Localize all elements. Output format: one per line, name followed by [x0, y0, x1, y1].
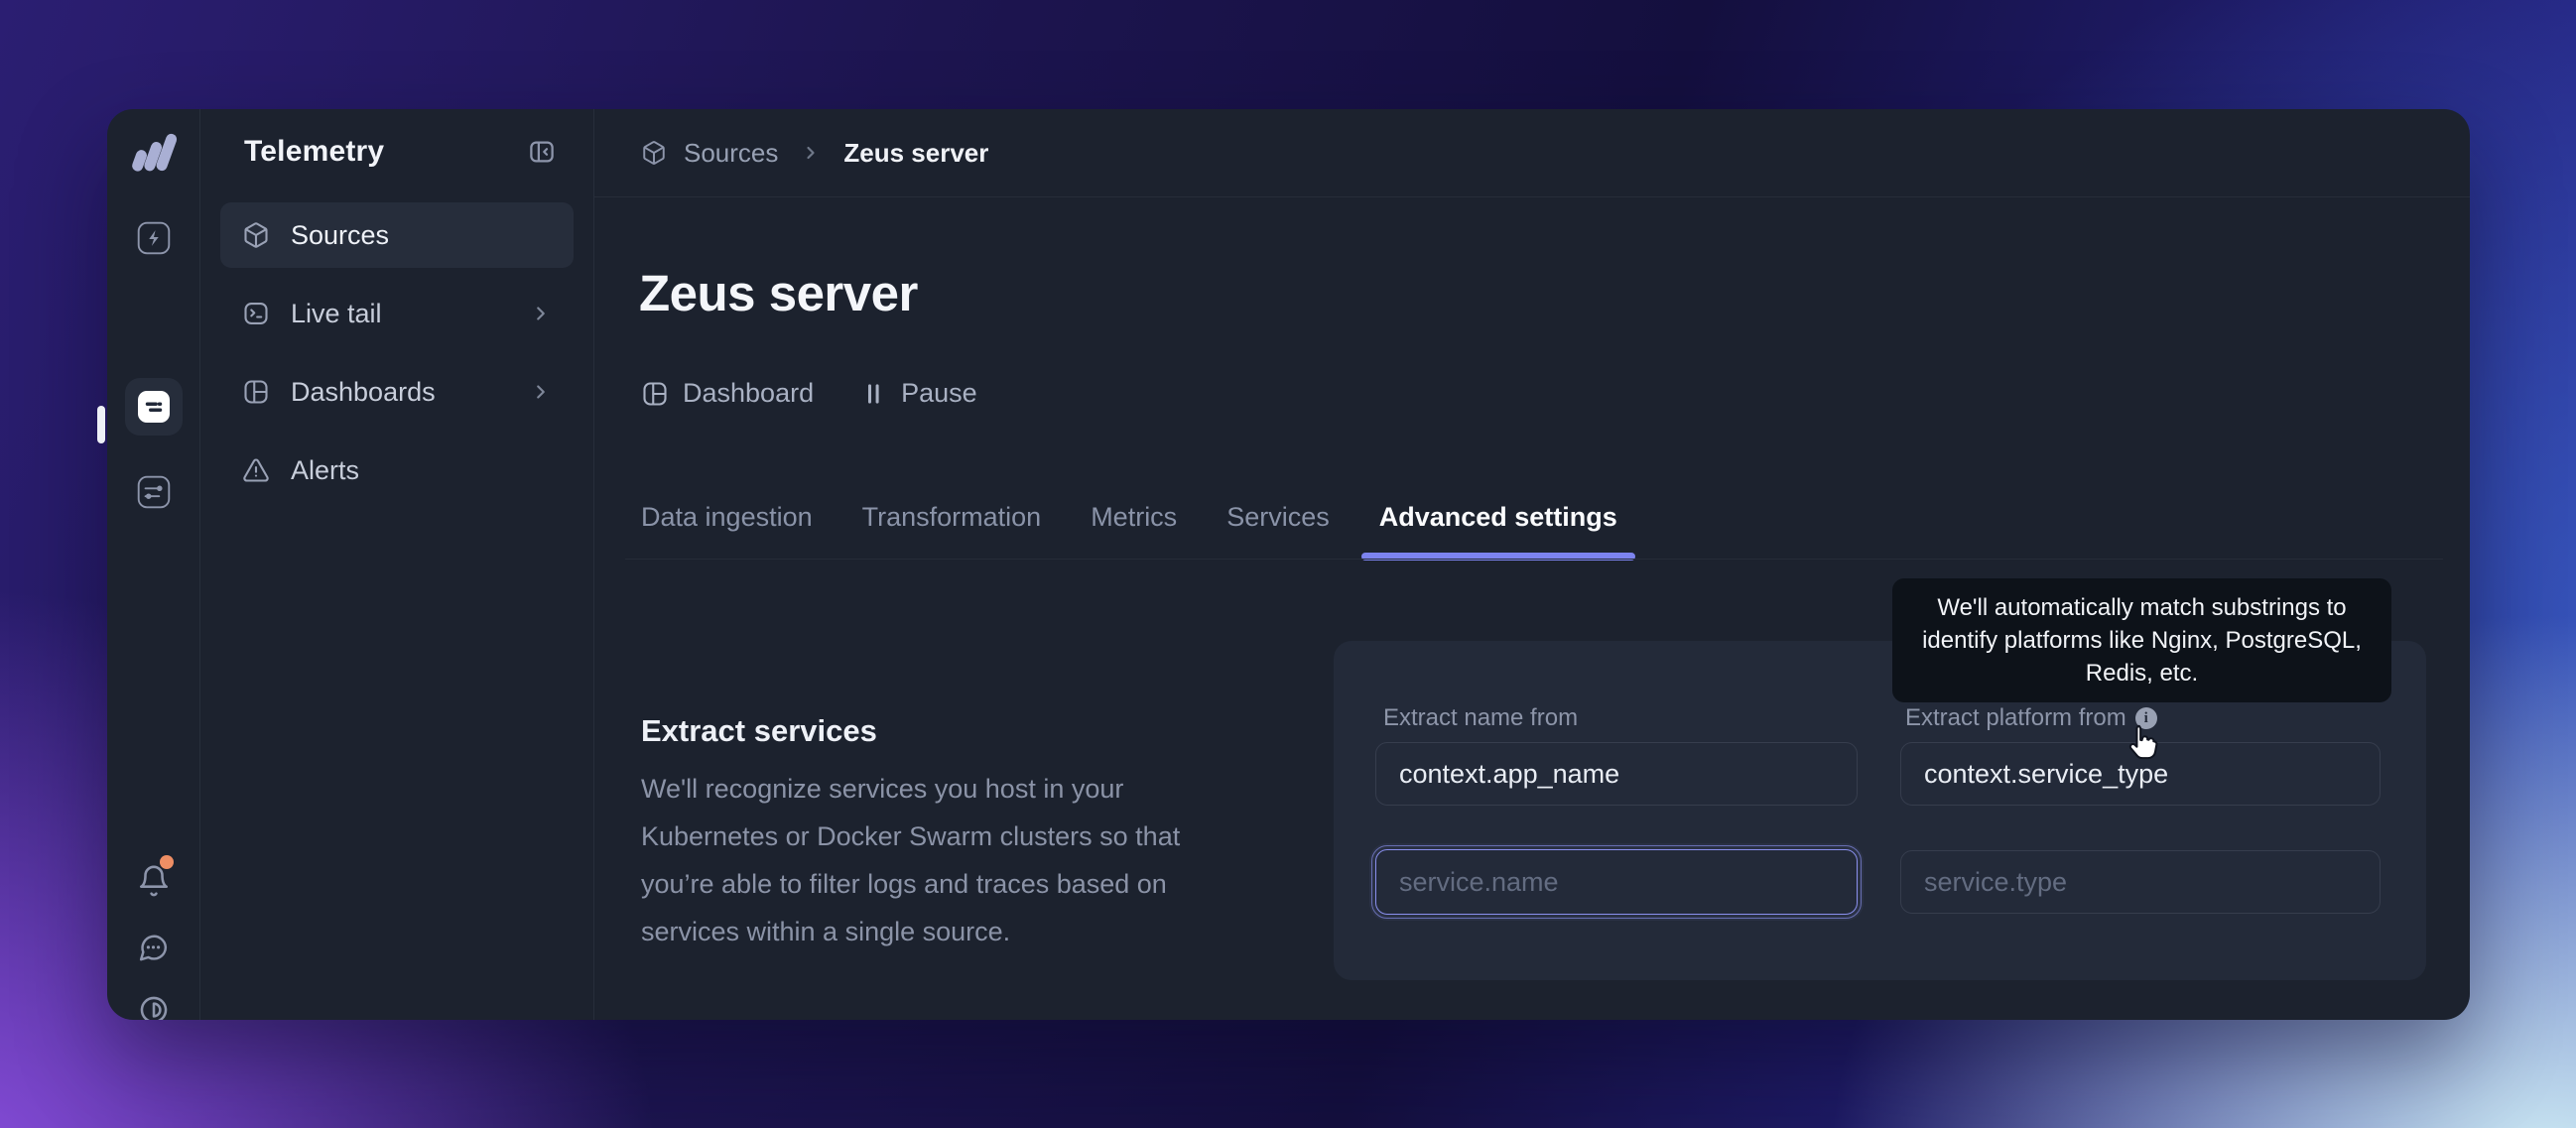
- main-content: Sources Zeus server Zeus server Dashboar…: [594, 109, 2470, 1020]
- tab-advanced-settings[interactable]: Advanced settings: [1360, 502, 1635, 561]
- breadcrumb-current: Zeus server: [843, 137, 989, 168]
- tab-bar: Data ingestion Transformation Metrics Se…: [641, 502, 1635, 561]
- collapse-sidebar-icon[interactable]: [527, 137, 557, 167]
- dashboard-grid-icon: [242, 378, 270, 406]
- sidebar-item-alerts[interactable]: Alerts: [220, 438, 574, 503]
- chevron-right-icon: [530, 303, 552, 324]
- dashboard-button-label: Dashboard: [683, 378, 815, 408]
- sidebar-item-dashboards[interactable]: Dashboards: [220, 359, 574, 425]
- sidebar-item-live-tail[interactable]: Live tail: [220, 281, 574, 346]
- live-logs-icon[interactable]: [124, 378, 183, 436]
- sidebar-item-sources[interactable]: Sources: [220, 202, 574, 268]
- live-logs-tile: [137, 391, 170, 423]
- bell-icon[interactable]: [132, 855, 176, 903]
- tab-metrics[interactable]: Metrics: [1091, 502, 1177, 557]
- tab-transformation[interactable]: Transformation: [862, 502, 1042, 557]
- extract-name-input[interactable]: [1375, 742, 1858, 806]
- contrast-icon[interactable]: [132, 988, 176, 1020]
- sliders-icon[interactable]: [132, 470, 176, 514]
- pause-button-label: Pause: [901, 378, 977, 408]
- sidebar-item-label: Alerts: [291, 454, 360, 485]
- service-type-input[interactable]: [1900, 850, 2381, 914]
- terminal-icon: [242, 300, 270, 327]
- betterstack-logo-icon[interactable]: [127, 131, 181, 175]
- alert-triangle-icon: [242, 456, 270, 484]
- sidebar-nav: Sources Live tail Dashboards Alerts: [220, 202, 574, 503]
- sidebar-item-label: Live tail: [291, 298, 382, 328]
- chevron-right-icon: [801, 143, 821, 163]
- service-name-input[interactable]: [1371, 845, 1862, 919]
- icon-rail: [107, 109, 200, 1020]
- page-actions: Dashboard Pause: [641, 378, 977, 409]
- sidebar: Telemetry Sources Live tail Dashboards A…: [200, 109, 594, 1020]
- extract-name-label: Extract name from: [1383, 704, 1579, 731]
- tab-data-ingestion[interactable]: Data ingestion: [641, 502, 813, 557]
- tab-services[interactable]: Services: [1226, 502, 1330, 557]
- sidebar-item-label: Sources: [291, 219, 390, 250]
- active-workspace-indicator: [97, 406, 105, 443]
- breadcrumb: Sources Zeus server: [594, 109, 2470, 197]
- hand-cursor: [2123, 721, 2166, 765]
- tooltip: We'll automatically match substrings to …: [1892, 578, 2391, 702]
- notification-dot: [159, 855, 174, 869]
- page-title: Zeus server: [639, 265, 918, 321]
- section-title: Extract services: [641, 713, 877, 748]
- pause-button[interactable]: Pause: [859, 378, 977, 409]
- app-window: Telemetry Sources Live tail Dashboards A…: [107, 109, 2470, 1020]
- breadcrumb-sources-link[interactable]: Sources: [684, 138, 778, 169]
- chevron-right-icon: [530, 381, 552, 403]
- extract-platform-label: Extract platform from i: [1905, 704, 2157, 732]
- dashboard-button[interactable]: Dashboard: [641, 378, 814, 409]
- cube-icon: [641, 140, 667, 166]
- sidebar-title: Telemetry: [244, 135, 385, 168]
- chat-icon[interactable]: [132, 926, 176, 969]
- lightning-icon[interactable]: [132, 216, 176, 260]
- cube-icon: [242, 221, 270, 249]
- sidebar-item-label: Dashboards: [291, 376, 436, 407]
- tab-divider: [625, 559, 2443, 560]
- section-description: We'll recognize services you host in you…: [641, 774, 1181, 946]
